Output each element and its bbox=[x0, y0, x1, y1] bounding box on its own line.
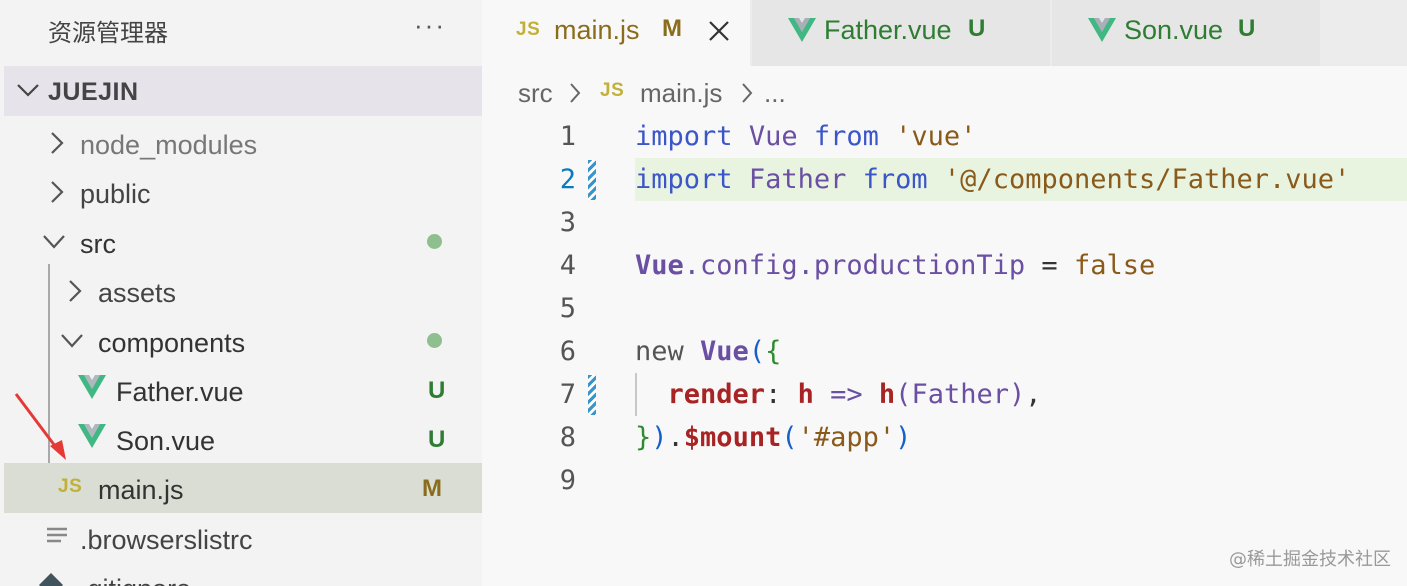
tree-item-label: components bbox=[98, 328, 246, 358]
tree-item-gitignore[interactable]: .gitignore bbox=[4, 562, 482, 586]
tab-label: main.js bbox=[554, 15, 640, 45]
code-editor[interactable]: 1 import Vue from 'vue' 2 import Father … bbox=[482, 115, 1407, 515]
js-icon: JS bbox=[58, 476, 83, 497]
tree-item-label: assets bbox=[98, 278, 177, 308]
tab-label: Father.vue bbox=[824, 15, 952, 45]
code-line: 8 }).$mount('#app') bbox=[482, 416, 1407, 459]
code-text: import Vue from 'vue' bbox=[635, 121, 977, 152]
code-line: 2 import Father from '@/components/Fathe… bbox=[482, 158, 1407, 201]
line-number: 3 bbox=[559, 207, 576, 238]
explorer-sidebar: 资源管理器 ··· JUEJIN node_modules public src bbox=[0, 0, 482, 586]
chevron-right-icon bbox=[51, 181, 64, 203]
close-icon[interactable] bbox=[708, 20, 730, 42]
line-number: 2 bbox=[559, 164, 576, 195]
vue-icon bbox=[1088, 18, 1116, 42]
chevron-down-icon bbox=[43, 235, 65, 249]
tree-item-main-js[interactable]: JS main.js M bbox=[4, 463, 482, 513]
tree-item-components[interactable]: components bbox=[4, 316, 482, 366]
code-text: new Vue({ bbox=[635, 336, 782, 367]
gutter-modified-marker[interactable] bbox=[588, 160, 596, 200]
js-icon: JS bbox=[600, 80, 625, 101]
tab-main-js[interactable]: JS main.js M bbox=[482, 0, 750, 66]
tab-son-vue[interactable]: Son.vue U bbox=[1052, 0, 1320, 66]
git-icon bbox=[39, 573, 63, 586]
chevron-down-icon bbox=[61, 334, 83, 348]
tree-item-label: node_modules bbox=[80, 130, 258, 160]
workspace-root-label: JUEJIN bbox=[48, 78, 139, 106]
code-text: import Father from '@/components/Father.… bbox=[635, 164, 1351, 195]
workspace-root[interactable]: JUEJIN bbox=[4, 66, 482, 116]
chevron-right-icon bbox=[570, 83, 581, 103]
breadcrumb-folder[interactable]: src bbox=[518, 78, 553, 109]
file-lines-icon bbox=[47, 527, 67, 543]
code-text: Vue.config.productionTip = false bbox=[635, 250, 1156, 281]
breadcrumb-more[interactable]: ... bbox=[764, 78, 786, 109]
tree-item-assets[interactable]: assets bbox=[4, 266, 482, 316]
code-line: 3 bbox=[482, 201, 1407, 244]
watermark: @稀土掘金技术社区 bbox=[1229, 549, 1391, 570]
code-line: 1 import Vue from 'vue' bbox=[482, 115, 1407, 158]
code-line: 4 Vue.config.productionTip = false bbox=[482, 244, 1407, 287]
tree-item-public[interactable]: public bbox=[4, 167, 482, 217]
chevron-right-icon bbox=[742, 83, 753, 103]
tree-item-label: .browserslistrc bbox=[80, 525, 253, 555]
tree-item-label: main.js bbox=[98, 475, 184, 505]
line-number: 5 bbox=[559, 293, 576, 324]
js-icon: JS bbox=[516, 19, 541, 40]
tree-item-label: .gitignore bbox=[80, 574, 191, 586]
modified-badge: M bbox=[662, 15, 682, 42]
tab-label: Son.vue bbox=[1124, 15, 1224, 45]
chevron-right-icon bbox=[51, 132, 64, 154]
tree-item-browserslistrc[interactable]: .browserslistrc bbox=[4, 513, 482, 563]
untracked-badge: U bbox=[428, 377, 446, 404]
tab-bar: JS main.js M Father.vue U Son.vue U bbox=[482, 0, 1407, 66]
line-number: 1 bbox=[559, 121, 576, 152]
modified-badge: M bbox=[422, 475, 442, 502]
more-actions-button[interactable]: ··· bbox=[414, 10, 446, 41]
breadcrumb-file[interactable]: main.js bbox=[640, 78, 722, 109]
line-number: 7 bbox=[559, 379, 576, 410]
line-number: 9 bbox=[559, 465, 576, 496]
explorer-title: 资源管理器 bbox=[48, 19, 168, 47]
tab-father-vue[interactable]: Father.vue U bbox=[752, 0, 1050, 66]
tree-item-src[interactable]: src bbox=[4, 217, 482, 267]
explorer-header: 资源管理器 ··· bbox=[0, 0, 482, 58]
code-line: 6 new Vue({ bbox=[482, 330, 1407, 373]
code-text: render: h => h(Father), bbox=[667, 379, 1042, 410]
code-text: }).$mount('#app') bbox=[635, 422, 912, 453]
tree-item-label: public bbox=[80, 179, 151, 209]
tree-item-node-modules[interactable]: node_modules bbox=[4, 118, 482, 168]
annotation-arrow-icon bbox=[14, 393, 66, 460]
line-number: 4 bbox=[559, 250, 576, 281]
code-line: 9 bbox=[482, 459, 1407, 502]
vue-icon bbox=[788, 18, 816, 42]
modified-dot-icon bbox=[427, 333, 442, 348]
line-number: 6 bbox=[559, 336, 576, 367]
tree-item-label: Son.vue bbox=[116, 426, 216, 456]
line-number: 8 bbox=[559, 422, 576, 453]
untracked-badge: U bbox=[968, 15, 986, 42]
editor-pane: JS main.js M Father.vue U Son.vue U src … bbox=[482, 0, 1407, 586]
chevron-down-icon bbox=[17, 84, 39, 97]
untracked-badge: U bbox=[1238, 15, 1256, 42]
tree-item-label: src bbox=[80, 229, 116, 259]
untracked-badge: U bbox=[428, 426, 446, 453]
modified-dot-icon bbox=[427, 234, 442, 249]
gutter-modified-marker[interactable] bbox=[588, 375, 596, 415]
code-line: 7 render: h => h(Father), bbox=[482, 373, 1407, 416]
code-line: 5 bbox=[482, 287, 1407, 330]
chevron-right-icon bbox=[69, 280, 82, 302]
tree-item-label: Father.vue bbox=[116, 377, 244, 407]
